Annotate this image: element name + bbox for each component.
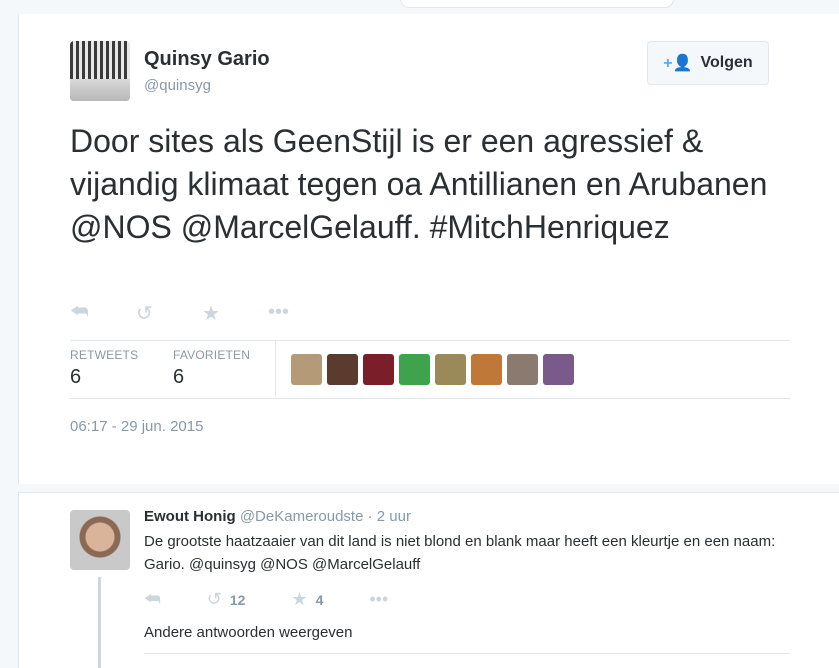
- stats-separator: [275, 341, 276, 397]
- tweet-actions: ⮪ ↺ ★ •••: [70, 301, 334, 326]
- reply-divider: [144, 653, 790, 654]
- favoriters-avatars: [291, 354, 574, 385]
- reply-text: De grootste haatzaaier van dit land is n…: [144, 533, 776, 573]
- favoriter-avatar[interactable]: [543, 354, 574, 385]
- reply-header: Ewout Honig @DeKameroudste · 2 uur: [144, 508, 411, 525]
- favoriter-avatar[interactable]: [327, 354, 358, 385]
- stats-divider-top: [70, 340, 790, 341]
- more-replies-link[interactable]: Andere antwoorden weergeven: [144, 624, 352, 641]
- tweet-card: Quinsy Gario @quinsyg +👤 Volgen Door sit…: [18, 14, 839, 484]
- favoriter-avatar[interactable]: [471, 354, 502, 385]
- search-field[interactable]: [400, 0, 674, 8]
- reply-icon[interactable]: ⮪: [144, 589, 161, 610]
- favoriter-avatar[interactable]: [435, 354, 466, 385]
- reply-author-handle[interactable]: @DeKameroudste: [240, 508, 364, 525]
- thread-line: [98, 577, 101, 668]
- star-icon[interactable]: ★: [291, 589, 307, 610]
- author-name[interactable]: Quinsy Gario: [144, 48, 270, 71]
- reply-retweet-count: 12: [229, 591, 246, 608]
- reply-author-name[interactable]: Ewout Honig: [144, 508, 236, 525]
- follow-button[interactable]: +👤 Volgen: [647, 41, 769, 85]
- retweet-icon[interactable]: ↺: [207, 589, 222, 610]
- reply-actions: ⮪ ↺ 12 ★ 4 •••: [144, 589, 434, 610]
- reply-icon[interactable]: ⮪: [70, 301, 136, 326]
- stats-divider-bottom: [70, 398, 790, 399]
- favorites-label[interactable]: FAVORIETEN: [173, 348, 250, 362]
- reply-time[interactable]: · 2 uur: [368, 508, 411, 525]
- tweet-text: Door sites als GeenStijl is er een agres…: [70, 123, 768, 245]
- reply-author-avatar[interactable]: [70, 510, 130, 570]
- more-icon[interactable]: •••: [268, 301, 334, 326]
- tweet-timestamp[interactable]: 06:17 - 29 jun. 2015: [70, 418, 203, 435]
- author-handle[interactable]: @quinsyg: [144, 77, 211, 94]
- favoriter-avatar[interactable]: [507, 354, 538, 385]
- follow-label: Volgen: [700, 54, 753, 71]
- more-icon[interactable]: •••: [369, 589, 388, 610]
- top-bar: [0, 0, 839, 14]
- reply-card: Ewout Honig @DeKameroudste · 2 uur De gr…: [18, 492, 839, 668]
- author-avatar[interactable]: [70, 41, 130, 101]
- favorites-count[interactable]: 6: [173, 366, 184, 389]
- star-icon[interactable]: ★: [202, 301, 268, 326]
- retweets-count[interactable]: 6: [70, 366, 81, 389]
- retweets-label[interactable]: RETWEETS: [70, 348, 138, 362]
- favoriter-avatar[interactable]: [399, 354, 430, 385]
- retweet-icon[interactable]: ↺: [136, 301, 202, 326]
- reply-favorite-count: 4: [315, 591, 324, 608]
- add-user-icon: +👤: [663, 55, 693, 72]
- favoriter-avatar[interactable]: [291, 354, 322, 385]
- favoriter-avatar[interactable]: [363, 354, 394, 385]
